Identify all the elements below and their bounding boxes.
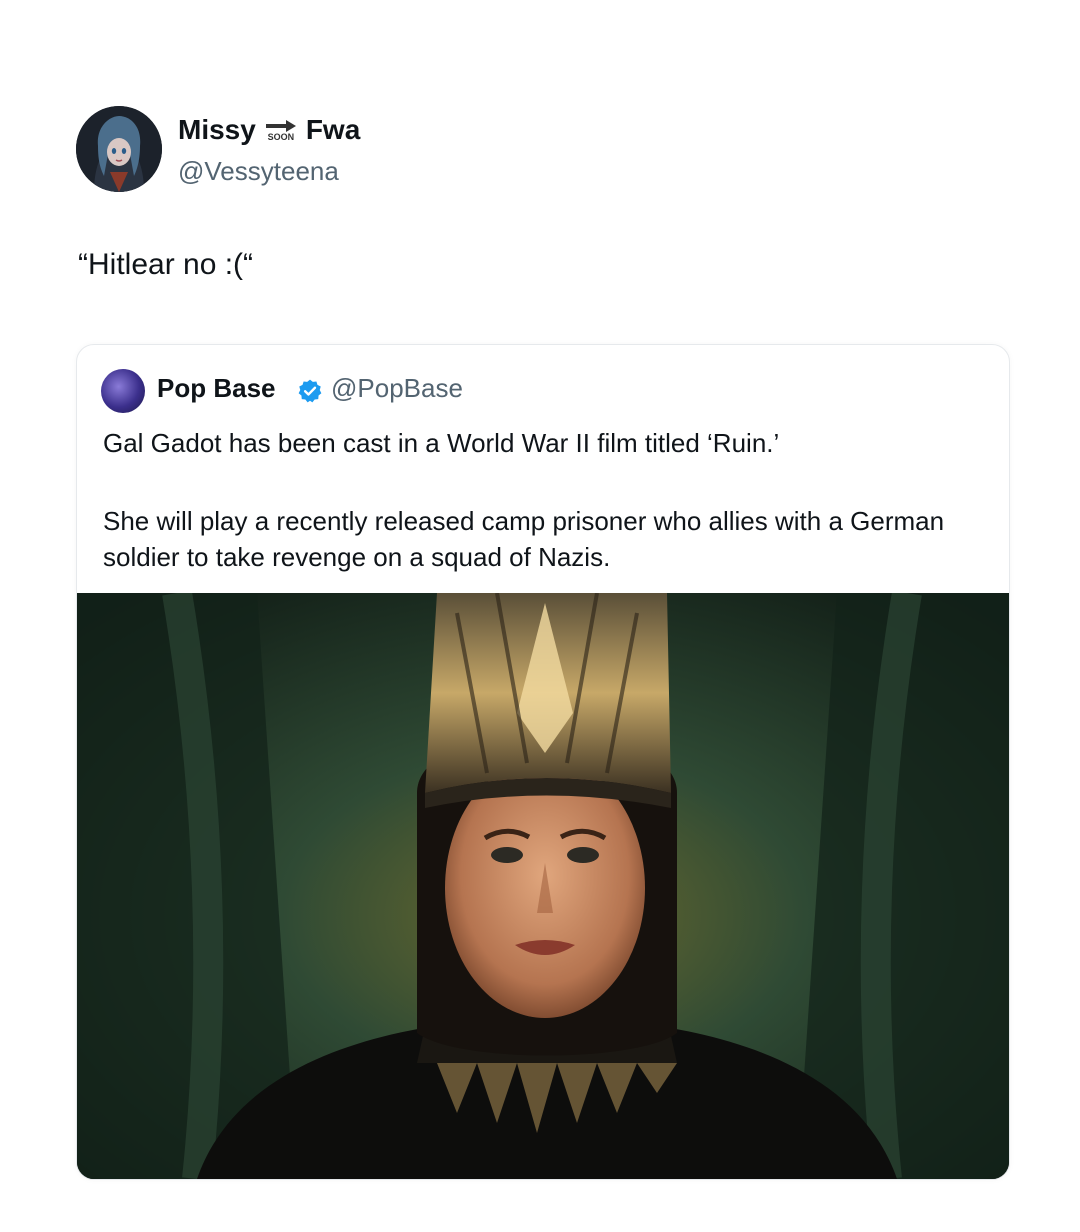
author-handle[interactable]: @Vessyteena bbox=[178, 156, 339, 187]
quoted-tweet-image[interactable] bbox=[77, 593, 1009, 1179]
soon-arrow-icon: SOON bbox=[264, 119, 298, 142]
quoted-author-avatar[interactable] bbox=[101, 369, 145, 413]
author-name-part2: Fwa bbox=[305, 114, 361, 145]
quoted-tweet-text-paragraph-2: She will play a recently released camp p… bbox=[103, 506, 945, 572]
user-avatar[interactable] bbox=[76, 106, 162, 192]
quoted-author-handle[interactable]: @PopBase bbox=[331, 373, 463, 404]
quoted-tweet-card[interactable]: Pop Base @PopBase Gal Gadot has been cas… bbox=[76, 344, 1010, 1180]
author-name-part1: Missy bbox=[178, 114, 256, 145]
author-name-row[interactable]: Missy SOON Fwa bbox=[178, 114, 360, 146]
tweet-text: “Hitlear no :(“ bbox=[78, 248, 254, 281]
quoted-author-name[interactable]: Pop Base bbox=[157, 373, 276, 404]
soon-badge-text: SOON bbox=[267, 131, 295, 142]
verified-badge-icon bbox=[298, 379, 322, 403]
quoted-tweet-text-paragraph-1: Gal Gadot has been cast in a World War I… bbox=[103, 428, 780, 458]
